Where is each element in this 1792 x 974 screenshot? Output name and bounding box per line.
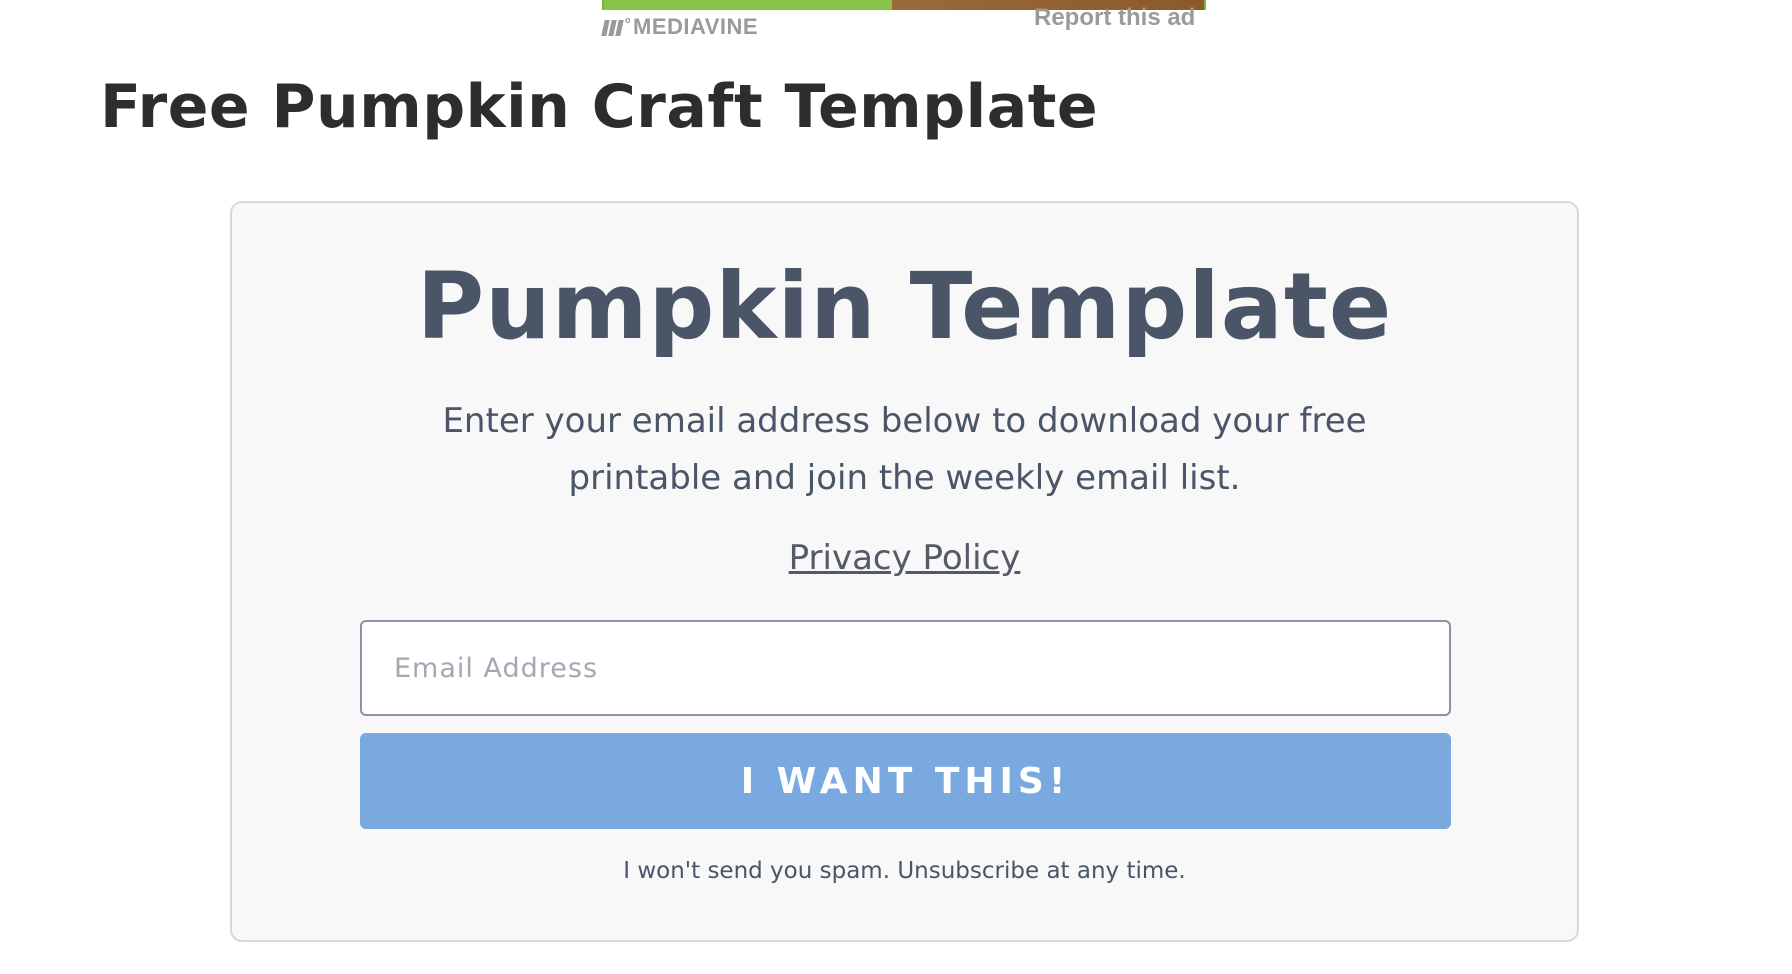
spam-disclaimer: I won't send you spam. Unsubscribe at an… bbox=[623, 858, 1186, 884]
privacy-policy-link[interactable]: Privacy Policy bbox=[232, 538, 1577, 578]
i-want-this-button[interactable]: I WANT THIS! bbox=[360, 733, 1451, 829]
mediavine-brand[interactable]: o MEDIAVINE bbox=[601, 14, 759, 40]
mediavine-label: MEDIAVINE bbox=[633, 14, 759, 39]
mediavine-logo-icon: o bbox=[601, 15, 631, 37]
page-title: Free Pumpkin Craft Template bbox=[100, 72, 1099, 142]
email-address-input[interactable] bbox=[360, 620, 1451, 716]
report-ad-link[interactable]: Report this ad bbox=[1034, 4, 1195, 32]
optin-heading: Pumpkin Template bbox=[416, 253, 1393, 360]
optin-description: Enter your email address below to downlo… bbox=[442, 401, 1367, 498]
email-optin-card: Pumpkin Template Enter your email addres… bbox=[230, 201, 1579, 942]
page: o MEDIAVINE Report this ad Free Pumpkin … bbox=[0, 0, 1792, 974]
